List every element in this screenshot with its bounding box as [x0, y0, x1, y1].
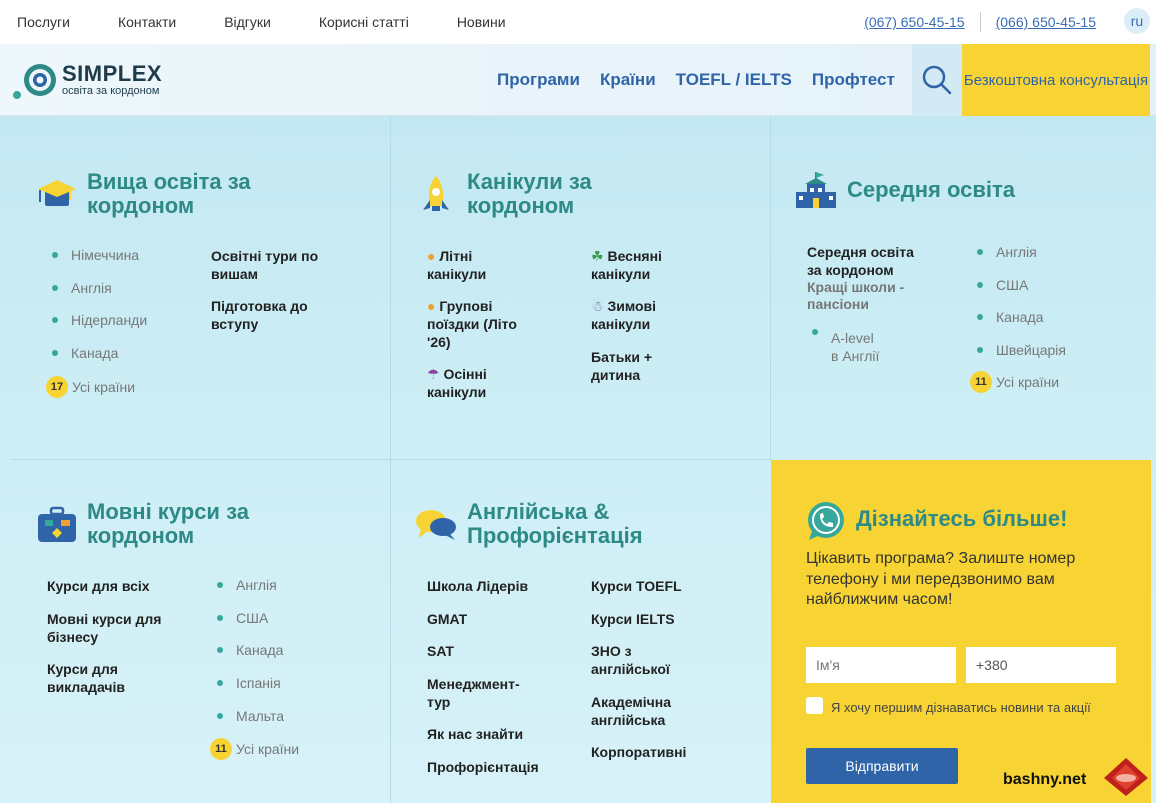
higher-link-university-tours[interactable]: Освітні тури по вишам	[211, 247, 318, 283]
watermark-logo-icon	[1102, 756, 1150, 803]
language-all-countries[interactable]: 11 Усі країни	[210, 738, 299, 760]
name-field[interactable]	[806, 647, 956, 683]
holiday-autumn[interactable]: ☂ Осінні канікули	[427, 365, 537, 401]
phone-numbers: (067) 650-45-15 (066) 650-45-15	[864, 12, 1096, 32]
english-link-sat[interactable]: SAT	[427, 642, 454, 660]
secondary-abroad-link[interactable]: Середня освіта за кордоном	[807, 243, 914, 279]
english-link-corporate[interactable]: Корпоративні	[591, 743, 686, 761]
higher-education-title[interactable]: Вища освіта за кордоном	[87, 170, 251, 218]
english-link-zno[interactable]: ЗНО з англійської	[591, 642, 670, 678]
language-country-canada[interactable]: Канада	[213, 642, 283, 658]
english-career-title[interactable]: Англійська & Профорієнтація	[467, 500, 643, 548]
chat-bubbles-icon	[415, 508, 457, 547]
contact-form-panel: Дізнайтесь більше! Цікавить програма? За…	[771, 460, 1151, 803]
sun-icon: ●	[427, 298, 436, 314]
suitcase-icon	[37, 506, 77, 549]
country-count-badge: 11	[970, 371, 992, 393]
language-courses-title[interactable]: Мовні курси за кордоном	[87, 500, 249, 548]
country-count-badge: 11	[210, 738, 232, 760]
higher-country-canada[interactable]: Канада	[48, 345, 118, 361]
country-count-badge: 17	[46, 376, 68, 398]
main-header: SIMPLEX освіта за кордоном Програми Краї…	[0, 44, 1156, 116]
main-nav-toefl-ielts[interactable]: TOEFL / IELTS	[676, 70, 792, 90]
language-switch[interactable]: ru	[1124, 8, 1150, 34]
holiday-spring[interactable]: ☘ Весняні канікули	[591, 247, 711, 283]
phone-field[interactable]	[966, 647, 1116, 683]
contact-description: Цікавить програма? Залиште номер телефон…	[806, 550, 1076, 608]
divider	[12, 459, 771, 460]
divider	[770, 116, 771, 460]
top-bar: Послуги Контакти Відгуки Корисні статті …	[0, 0, 1156, 44]
logo-title: SIMPLEX	[62, 61, 163, 86]
english-link-leaders-school[interactable]: Школа Лідерів	[427, 577, 528, 595]
top-nav-services[interactable]: Послуги	[17, 14, 70, 30]
english-link-career-guidance[interactable]: Профорієнтація	[427, 758, 539, 776]
holiday-parent-child[interactable]: Батьки + дитина	[591, 348, 711, 384]
holiday-group-trips[interactable]: ● Групові поїздки (Літо '26)	[427, 297, 537, 351]
graduation-cap-icon	[37, 178, 77, 215]
logo-icon	[12, 60, 58, 100]
language-country-spain[interactable]: Іспанія	[213, 675, 281, 691]
english-link-management-tour[interactable]: Менеджмент-тур	[427, 675, 520, 711]
school-building-icon	[795, 170, 837, 215]
news-checkbox[interactable]	[806, 697, 823, 714]
boarding-schools-link[interactable]: Кращі школи - пансіони	[807, 279, 904, 313]
english-link-academic[interactable]: Академічна англійська	[591, 693, 671, 729]
search-button[interactable]	[912, 44, 962, 116]
higher-all-countries[interactable]: 17 Усі країни	[46, 376, 135, 398]
language-country-usa[interactable]: США	[213, 610, 268, 626]
higher-country-england[interactable]: Англія	[48, 280, 112, 296]
top-nav-articles[interactable]: Корисні статті	[319, 14, 409, 30]
english-link-find-us[interactable]: Як нас знайти	[427, 725, 523, 743]
logo-subtitle: освіта за кордоном	[62, 85, 160, 97]
language-country-england[interactable]: Англія	[213, 577, 277, 593]
main-nav-proftest[interactable]: Профтест	[812, 70, 895, 90]
main-nav-countries[interactable]: Країни	[600, 70, 656, 90]
holiday-summer[interactable]: ● Літні канікули	[427, 247, 537, 283]
contact-title: Дізнайтесь більше!	[856, 506, 1068, 531]
top-nav-contacts[interactable]: Контакти	[118, 14, 176, 30]
higher-link-admission-prep[interactable]: Підготовка до вступу	[211, 297, 308, 333]
top-nav-reviews[interactable]: Відгуки	[224, 14, 271, 30]
news-checkbox-label: Я хочу першим дізнаватись новини та акці…	[831, 700, 1091, 715]
holiday-winter[interactable]: ☃ Зимові канікули	[591, 297, 711, 333]
umbrella-icon: ☂	[427, 366, 440, 382]
language-country-malta[interactable]: Мальта	[213, 708, 284, 724]
secondary-country-canada[interactable]: Канада	[973, 309, 1043, 325]
secondary-country-england[interactable]: Англія	[973, 244, 1037, 260]
secondary-education-title[interactable]: Середня освіта	[847, 178, 1015, 202]
holidays-title[interactable]: Канікули за кордоном	[467, 170, 592, 218]
clover-icon: ☘	[591, 248, 604, 264]
english-link-ielts[interactable]: Курси IELTS	[591, 610, 675, 628]
main-nav: Програми Країни TOEFL / IELTS Профтест	[497, 70, 915, 90]
course-business[interactable]: Мовні курси для бізнесу	[47, 610, 161, 646]
logo[interactable]: SIMPLEX освіта за кордоном	[12, 60, 162, 100]
higher-country-germany[interactable]: Німеччина	[48, 247, 139, 263]
search-icon	[922, 65, 952, 95]
rocket-icon	[420, 174, 452, 221]
phone-divider	[979, 12, 981, 32]
higher-country-netherlands[interactable]: Нідерланди	[48, 312, 147, 328]
english-link-toefl[interactable]: Курси TOEFL	[591, 577, 682, 595]
free-consultation-button[interactable]: Безкоштовна консультація	[962, 44, 1150, 116]
snowman-icon: ☃	[591, 298, 604, 314]
top-nav: Послуги Контакти Відгуки Корисні статті …	[17, 14, 554, 30]
main-nav-programs[interactable]: Програми	[497, 70, 580, 90]
phone-link-1[interactable]: (067) 650-45-15	[864, 14, 964, 30]
english-link-gmat[interactable]: GMAT	[427, 610, 467, 628]
course-for-all[interactable]: Курси для всіх	[47, 577, 150, 595]
phone-chat-icon	[806, 501, 846, 546]
secondary-all-countries[interactable]: 11 Усі країни	[970, 371, 1059, 393]
course-teachers[interactable]: Курси для викладачів	[47, 660, 125, 696]
secondary-country-usa[interactable]: США	[973, 277, 1028, 293]
sun-icon: ●	[427, 248, 436, 264]
top-nav-news[interactable]: Новини	[457, 14, 506, 30]
phone-link-2[interactable]: (066) 650-45-15	[996, 14, 1096, 30]
secondary-country-switzerland[interactable]: Швейцарія	[973, 342, 1066, 358]
submit-button[interactable]: Відправити	[806, 748, 958, 784]
watermark-text: bashny.net	[1003, 771, 1087, 788]
a-level-link[interactable]: A-level в Англії	[808, 329, 879, 365]
